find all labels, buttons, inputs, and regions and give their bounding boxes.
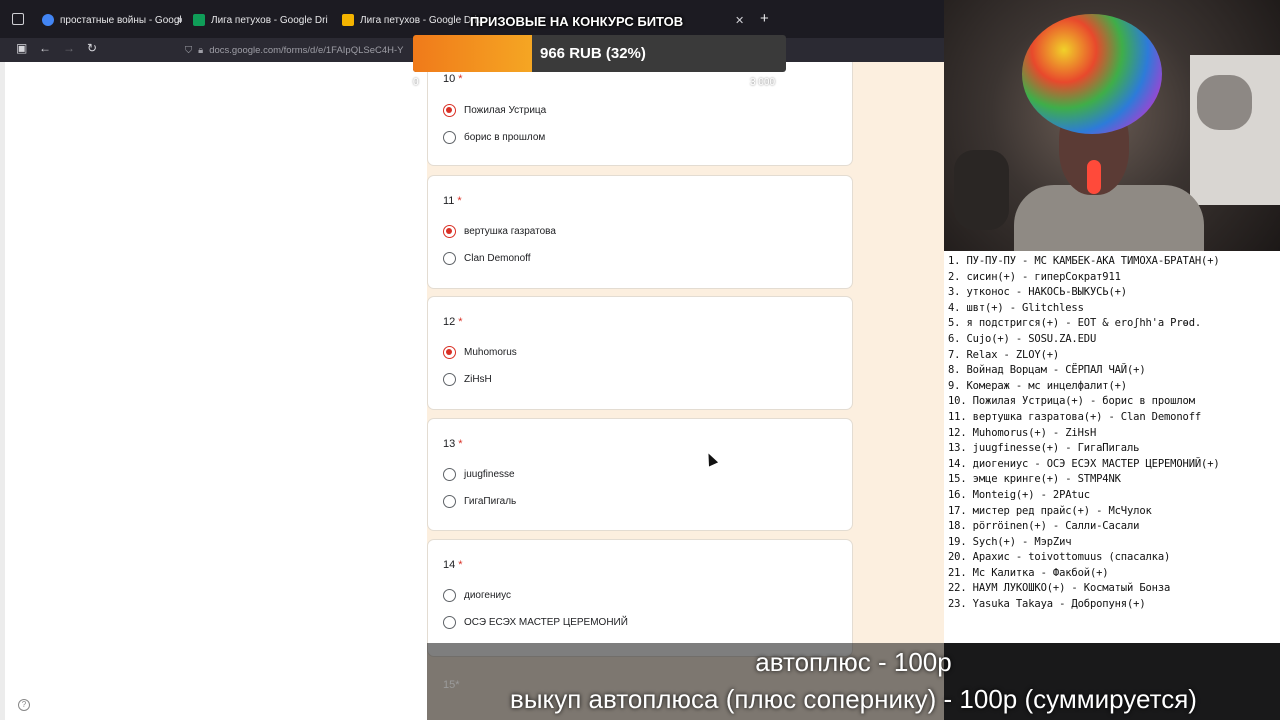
tab-sheets[interactable]: простатные войны - Google Sh <box>42 8 182 32</box>
matchup-item: 20. Арахис - toivottomuus (спасалка) <box>948 551 1171 564</box>
matchup-item: 15. эмце кринге(+) - STMP4NK <box>948 473 1121 486</box>
matchup-item: 7. Relax - ZLOY(+) <box>948 348 1060 361</box>
radio-selected-icon[interactable] <box>443 346 456 359</box>
option-clan-demonoff[interactable]: Clan Demonoff <box>443 252 531 265</box>
radio-icon[interactable] <box>443 252 456 265</box>
option-muhomorus[interactable]: Muhomorus <box>443 346 517 359</box>
question-number: 14 * <box>443 559 463 571</box>
address-bar[interactable]: ⛉ 🔒︎ docs.google.com/forms/d/e/1FAIpQLSe… <box>185 40 425 60</box>
webcam-clown-wig <box>1022 14 1162 134</box>
matchup-item: 8. Войнад Ворцам - СЁРПАЛ ЧАЙ(+) <box>948 364 1146 377</box>
matchup-item: 22. НАУМ ЛУКОШКО(+) - Косматый Бонза <box>948 582 1171 595</box>
matchup-item: 14. диогениус - ОСЭ ЕСЭХ МАСТЕР ЦЕРЕМОНИ… <box>948 457 1220 470</box>
matchup-item: 4. швт(+) - Glitchless <box>948 301 1084 314</box>
option-vertushka-gazratova[interactable]: вертушка газратова <box>443 225 556 238</box>
radio-selected-icon[interactable] <box>443 104 456 117</box>
radio-icon[interactable] <box>443 589 456 602</box>
radio-icon[interactable] <box>443 495 456 508</box>
matchup-item: 3. утконос - НАКОСЬ-ВЫКУСЬ(+) <box>948 286 1127 299</box>
tab-drive-1[interactable]: Лига петухов - Google Drive ✕ <box>193 8 328 32</box>
drive-favicon-icon <box>342 14 354 26</box>
option-pozhilaya-ustrica[interactable]: Пожилая Устрица <box>443 104 546 117</box>
radio-icon[interactable] <box>443 131 456 144</box>
webcam-microphone <box>954 150 1009 230</box>
goal-title: ПРИЗОВЫЕ НА КОНКУРС БИТОВ <box>470 14 684 29</box>
matchup-item: 17. мистер ред прайс(+) - МсЧулок <box>948 504 1152 517</box>
question-number-peek: 15* <box>443 679 460 691</box>
matchup-item: 1. ПУ-ПУ-ПУ - МС КАМБЕК-АКА ТИМОХА-БРАТА… <box>948 255 1220 267</box>
matchup-item: 10. Пожилая Устрица(+) - борис в прошлом <box>948 395 1195 408</box>
question-card-13: 13 * juugfinesse ГигаПигаль <box>427 418 853 531</box>
radio-icon[interactable] <box>443 616 456 629</box>
matchup-item: 12. Muhomorus(+) - ZiHsH <box>948 426 1097 439</box>
tab-label: простатные войны - Google Sh <box>60 14 182 26</box>
goal-min-label: 0 <box>413 77 419 88</box>
webcam-feed <box>944 0 1280 251</box>
tab-label: Лига петухов - Google Drive <box>360 14 480 26</box>
goal-max-label: 3 000 <box>750 77 776 88</box>
goal-progress-fill <box>413 35 533 72</box>
help-icon[interactable]: ? <box>18 699 30 711</box>
question-number: 11 * <box>443 195 462 207</box>
option-gigapigal[interactable]: ГигаПигаль <box>443 495 516 508</box>
close-tab-icon[interactable]: ✕ <box>170 8 182 32</box>
close-tab-icon[interactable]: ✕ <box>735 8 747 32</box>
forward-icon[interactable]: → <box>63 41 75 55</box>
matchup-list: 1. ПУ-ПУ-ПУ - МС КАМБЕК-АКА ТИМОХА-БРАТА… <box>944 251 1280 643</box>
drive-favicon-icon <box>193 14 205 26</box>
caption-bar: автоплюс - 100р выкуп автоплюса (плюс со… <box>427 643 1280 720</box>
goal-amount-text: 966 RUB (32%) <box>540 45 646 62</box>
matchup-item: 2. сисин(+) - гиперСократ911 <box>948 270 1121 283</box>
matchup-item: 21. Мс Калитка - Факбой(+) <box>948 566 1109 579</box>
question-number: 13 * <box>443 438 463 450</box>
option-zihsh[interactable]: ZiHsH <box>443 373 492 386</box>
url-text: docs.google.com/forms/d/e/1FAIpQLSeC4H-Y <box>209 44 404 56</box>
matchup-item: 9. Комераж - мс инцелфалит(+) <box>948 379 1127 392</box>
chrome-favicon-icon <box>42 14 54 26</box>
option-diogenius[interactable]: диогениус <box>443 589 511 602</box>
lock-icon: 🔒︎ <box>198 44 204 56</box>
radio-icon[interactable] <box>443 468 456 481</box>
option-boris-v-proshlom[interactable]: борис в прошлом <box>443 131 545 144</box>
shield-icon: ⛉ <box>185 44 193 56</box>
matchup-item: 23. Yasuka Takaya - Добропуня(+) <box>948 598 1146 611</box>
radio-selected-icon[interactable] <box>443 225 456 238</box>
matchup-item: 16. Monteig(+) - 2PAtuc <box>948 488 1090 501</box>
radio-icon[interactable] <box>443 373 456 386</box>
form-page: 10 * Пожилая Устрица борис в прошлом 11 * … <box>0 62 944 720</box>
caption-line-2: выкуп автоплюса (плюс сопернику) - 100р … <box>510 684 1197 714</box>
option-juugfinesse[interactable]: juugfinesse <box>443 468 515 481</box>
matchup-item: 5. я подстригся(+) - EOT & eroʃhh'a Prɵd… <box>948 317 1202 330</box>
question-card-10: 10 * Пожилая Устрица борис в прошлом <box>427 62 853 166</box>
webcam-poster <box>1197 75 1252 130</box>
goal-progress-bar: 966 RUB (32%) <box>413 35 786 72</box>
sidebar-toggle-icon[interactable]: ▣ <box>16 41 27 55</box>
question-card-14: 14 * диогениус ОСЭ ЕСЭХ МАСТЕР ЦЕРЕМОНИЙ <box>427 539 853 657</box>
caption-line-1: автоплюс - 100р <box>755 647 952 677</box>
matchup-item: 13. juugfinesse(+) - ГигаПигаль <box>948 442 1140 455</box>
tab-drive-2[interactable]: Лига петухов - Google Drive ✕ <box>342 8 480 32</box>
webcam-streamer-body <box>1014 185 1204 251</box>
question-card-12: 12 * Muhomorus ZiHsH <box>427 296 853 410</box>
question-card-11: 11 * вертушка газратова Clan Demonoff <box>427 175 853 289</box>
matchup-item: 18. pörröinen(+) - Салли-Сасали <box>948 520 1140 533</box>
page-left-pane <box>5 62 427 720</box>
question-number: 12 * <box>443 316 463 328</box>
matchup-item: 6. Cujo(+) - SOSU.ZA.EDU <box>948 332 1097 345</box>
reload-icon[interactable]: ↻ <box>87 41 97 55</box>
new-tab-icon[interactable]: + <box>760 10 769 27</box>
tab-list-icon[interactable] <box>12 13 24 25</box>
back-icon[interactable]: ← <box>39 41 51 55</box>
tab-label: Лига петухов - Google Drive <box>211 14 328 26</box>
matchup-item: 11. вертушка газратова(+) - Clan Demonof… <box>948 410 1202 423</box>
question-number: 10 * <box>443 73 463 85</box>
matchup-item: 19. Sych(+) - МэрZич <box>948 535 1072 548</box>
option-ose-eseh-master[interactable]: ОСЭ ЕСЭХ МАСТЕР ЦЕРЕМОНИЙ <box>443 616 628 629</box>
webcam-clown-nose <box>1087 160 1101 194</box>
